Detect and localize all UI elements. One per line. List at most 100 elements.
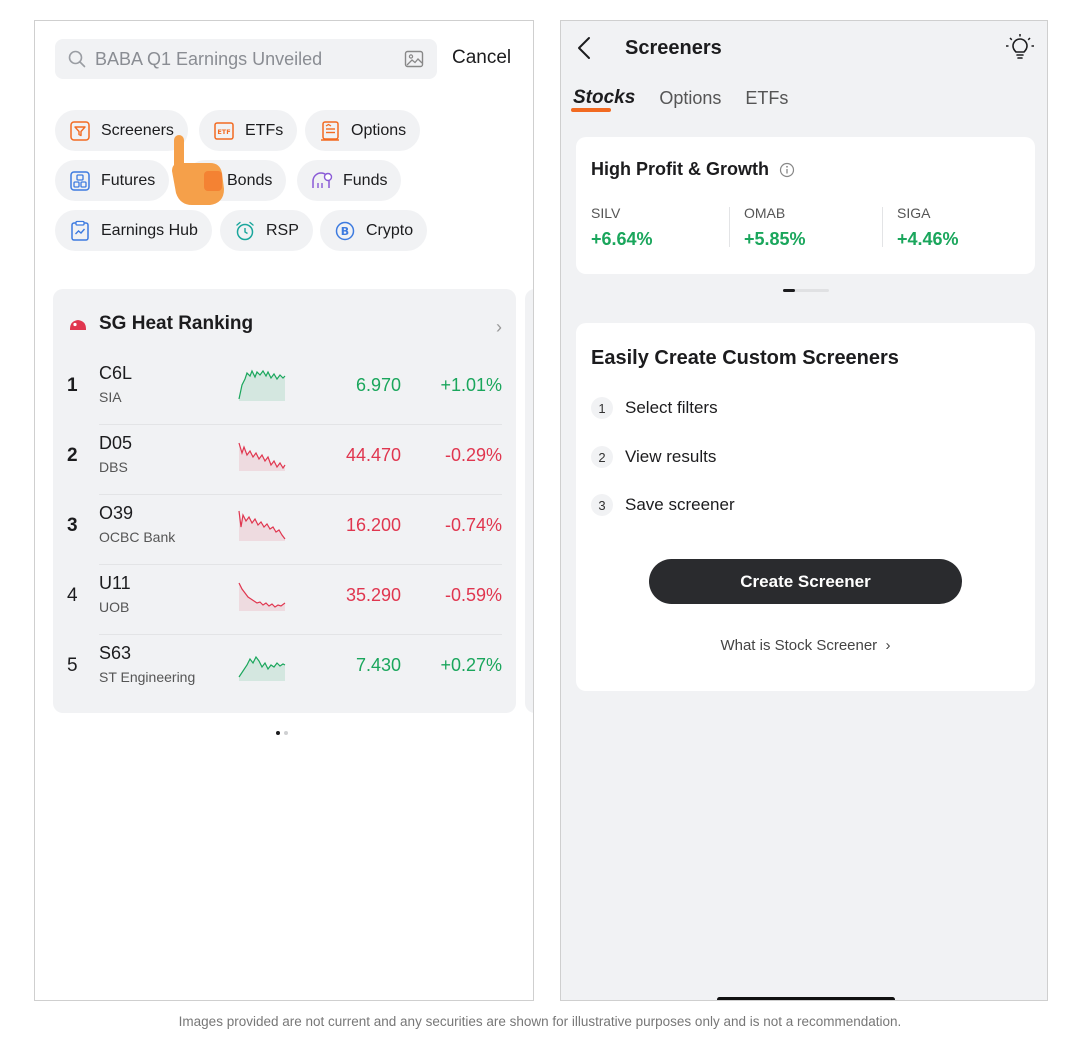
stock-change: -0.29% (444, 445, 502, 465)
stock-symbol: SILV (591, 205, 621, 221)
stock-change: +6.64% (591, 229, 653, 249)
tab-stocks[interactable]: Stocks (570, 87, 635, 112)
chip-rsp[interactable]: RSP (220, 210, 313, 251)
stock-name: DBS (99, 459, 128, 475)
options-icon (321, 120, 339, 141)
lightbulb-icon[interactable] (1005, 33, 1035, 63)
stock-symbol: C6L (99, 363, 133, 383)
stock-symbol: S63 (99, 643, 132, 663)
step-item: 1 Select filters (591, 397, 718, 419)
sparkline-chart (238, 369, 286, 401)
step-text: Save screener (625, 495, 735, 514)
earnings-icon (71, 220, 89, 241)
chip-earnings-hub[interactable]: Earnings Hub (55, 210, 212, 251)
futures-icon (70, 170, 90, 191)
back-arrow-icon[interactable] (575, 35, 595, 61)
screener-stock-item[interactable]: SILV +6.64% (591, 205, 741, 249)
chip-label: RSP (266, 221, 299, 239)
chip-futures[interactable]: Futures (55, 160, 170, 201)
carousel-dots (276, 731, 288, 735)
ranking-row[interactable]: 3 O39 OCBC Bank 16.200 -0.74% (53, 495, 516, 565)
rank-number: 1 (67, 375, 78, 396)
search-screen: BABA Q1 Earnings Unveiled Cancel Screene… (34, 20, 534, 1001)
chip-label: Futures (101, 171, 156, 189)
stock-change: -0.59% (444, 585, 502, 605)
rank-number: 4 (67, 585, 78, 606)
sparkline-chart (238, 510, 286, 541)
stock-symbol: OMAB (744, 205, 786, 221)
stock-symbol: SIGA (897, 205, 931, 221)
heat-ranking-card[interactable]: SG Heat Ranking › 1 C6L SIA 6.970 +1.01%… (53, 289, 516, 713)
chip-label: Funds (343, 171, 388, 189)
info-icon[interactable] (779, 162, 795, 178)
next-card-peek[interactable] (525, 289, 533, 713)
cancel-button[interactable]: Cancel (452, 47, 511, 69)
custom-screener-card: Easily Create Custom Screeners 1 Select … (576, 323, 1035, 691)
screeners-screen: Screeners Stocks Options ETFs High Profi… (560, 20, 1048, 1001)
custom-screener-title: Easily Create Custom Screeners (591, 347, 899, 369)
chevron-right-icon[interactable]: › (496, 317, 502, 338)
stock-price: 6.970 (355, 375, 401, 395)
screener-stock-item[interactable]: SIGA +4.46% (897, 205, 1047, 249)
funds-icon (312, 171, 333, 188)
card-title-text: High Profit & Growth (591, 159, 769, 179)
search-input[interactable]: BABA Q1 Earnings Unveiled (55, 39, 437, 79)
home-indicator (717, 997, 895, 1000)
column-divider (882, 207, 883, 247)
disclaimer-text: Images provided are not current and any … (178, 1014, 902, 1029)
stock-name: ST Engineering (99, 669, 196, 685)
stock-price: 35.290 (345, 585, 401, 605)
svg-text:B: B (341, 225, 349, 238)
sparkline-chart (238, 582, 286, 611)
ranking-row[interactable]: 2 D05 DBS 44.470 -0.29% (53, 425, 516, 495)
pager-active (783, 289, 795, 292)
stock-price: 7.430 (355, 655, 401, 675)
bitcoin-icon: B (335, 221, 355, 240)
carousel-dot (284, 731, 288, 735)
stock-name: OCBC Bank (99, 529, 176, 545)
stock-change: +0.27% (440, 655, 502, 675)
what-is-screener-link[interactable]: What is Stock Screener › (576, 637, 1035, 654)
filter-icon (70, 120, 90, 141)
stock-name: UOB (99, 599, 130, 615)
tab-options[interactable]: Options (659, 88, 721, 109)
image-search-icon[interactable] (403, 48, 425, 70)
stock-change: -0.74% (444, 515, 502, 535)
stock-name: SIA (99, 389, 122, 405)
search-icon (68, 50, 86, 68)
ranking-row[interactable]: 4 U11 UOB 35.290 -0.59% (53, 565, 516, 635)
screener-tabs: Stocks Options ETFs (570, 87, 812, 112)
stock-symbol: D05 (99, 433, 133, 453)
clock-icon (236, 221, 254, 240)
high-profit-growth-card[interactable]: High Profit & Growth SILV +6.64% OMAB +5… (576, 137, 1035, 274)
rank-number: 3 (67, 515, 78, 536)
chip-funds[interactable]: Funds (297, 160, 402, 201)
chip-crypto[interactable]: B Crypto (320, 210, 428, 251)
step-item: 2 View results (591, 446, 716, 468)
stock-symbol: O39 (99, 503, 134, 523)
rank-number: 5 (67, 655, 78, 676)
screener-stock-item[interactable]: OMAB +5.85% (744, 205, 894, 249)
step-number: 2 (591, 446, 613, 468)
chip-label: Options (351, 121, 407, 139)
sparkline-chart (238, 655, 286, 681)
chip-options[interactable]: Options (305, 110, 421, 151)
tab-etfs[interactable]: ETFs (745, 88, 788, 109)
ranking-row[interactable]: 5 S63 ST Engineering 7.430 +0.27% (53, 635, 516, 705)
chip-label: ETFs (245, 121, 284, 139)
step-item: 3 Save screener (591, 494, 735, 516)
stock-change: +4.46% (897, 229, 959, 249)
page-title: Screeners (625, 37, 722, 59)
card-pager (783, 289, 829, 292)
stock-change: +5.85% (744, 229, 806, 249)
search-placeholder: BABA Q1 Earnings Unveiled (95, 48, 323, 69)
create-screener-button[interactable]: Create Screener (649, 559, 962, 604)
chip-label: Earnings Hub (101, 221, 198, 239)
ranking-row[interactable]: 1 C6L SIA 6.970 +1.01% (53, 355, 516, 425)
sparkline-chart (238, 442, 286, 471)
step-text: Select filters (625, 398, 718, 417)
singapore-flag-icon (70, 320, 86, 330)
column-divider (729, 207, 730, 247)
chevron-right-icon: › (881, 637, 891, 654)
heat-ranking-title: SG Heat Ranking (99, 313, 254, 334)
